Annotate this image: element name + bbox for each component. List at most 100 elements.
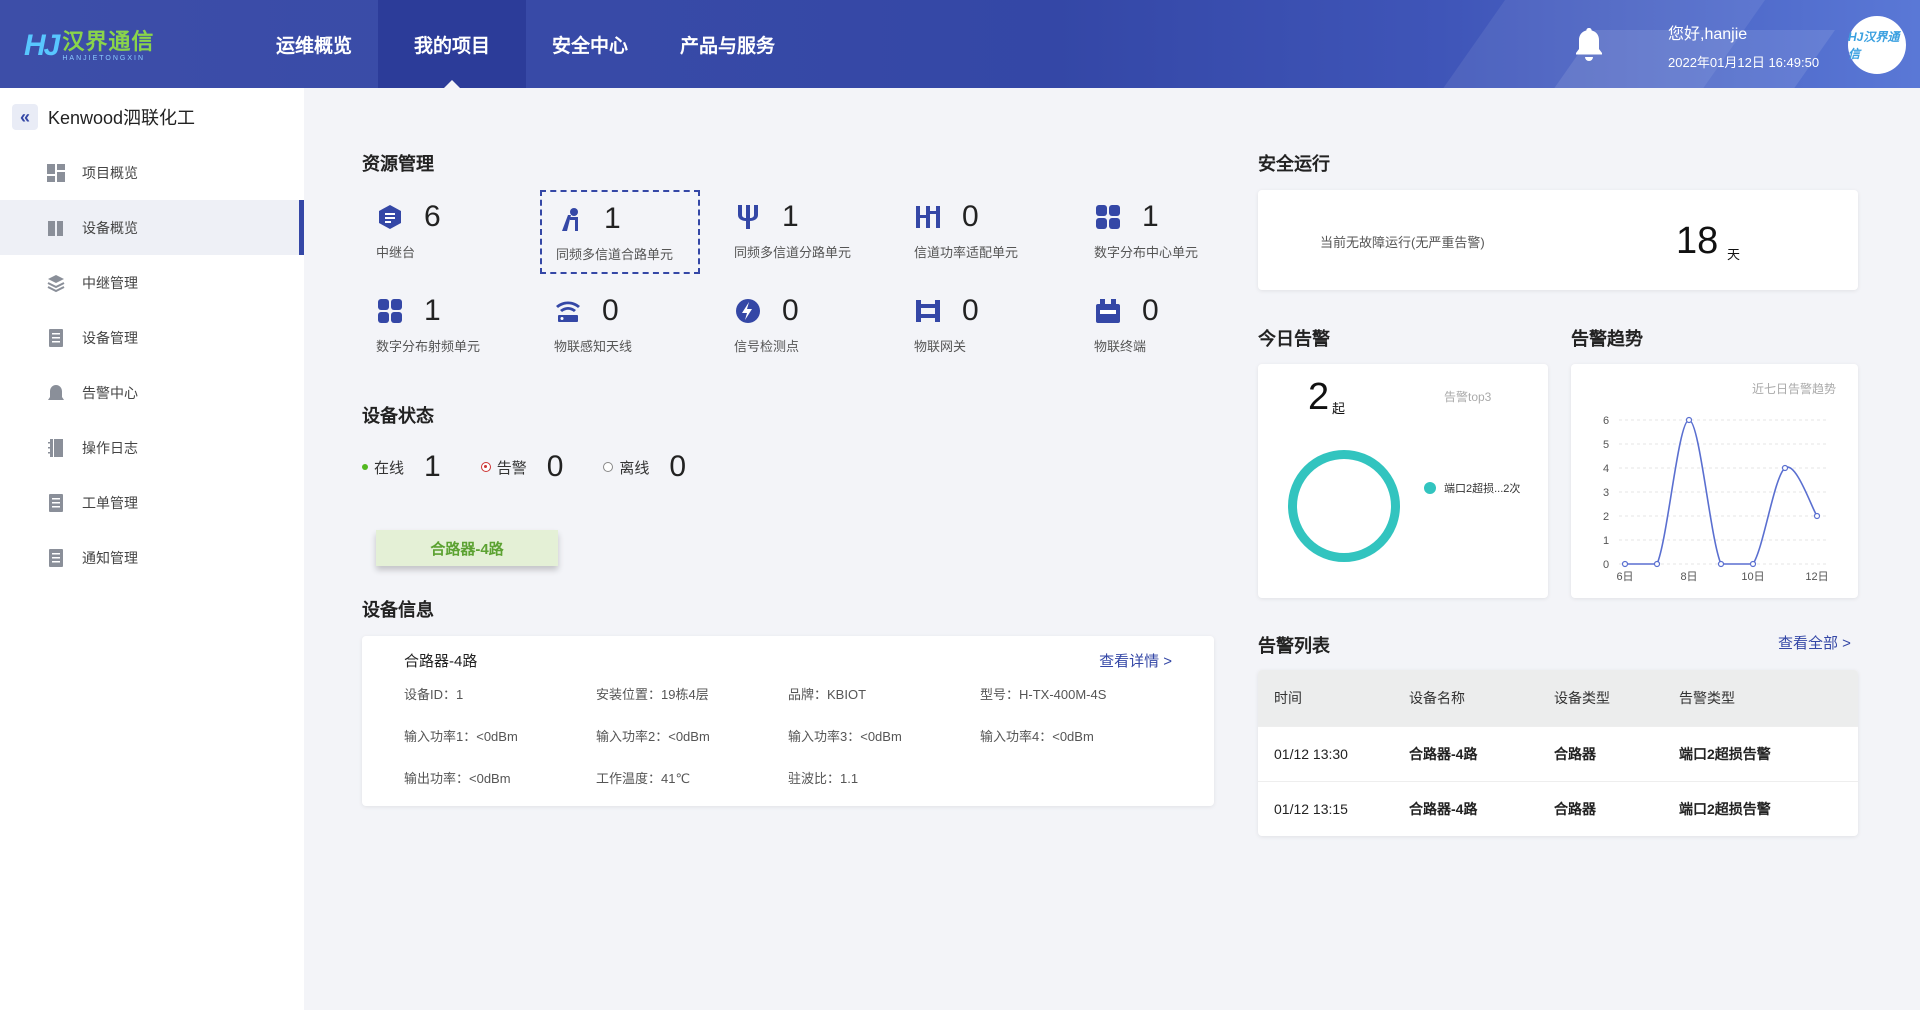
- view-all-link[interactable]: 查看全部 >: [1778, 632, 1851, 653]
- wifi-icon: [556, 301, 580, 322]
- sidebar-item-operation-log[interactable]: 操作日志: [0, 420, 304, 475]
- today-alarm-unit: 起: [1332, 401, 1346, 416]
- gateway-icon: [916, 300, 940, 322]
- cell-alarm-type: 端口2超损告警: [1679, 725, 1858, 781]
- data-point: [1813, 512, 1821, 520]
- data-point: [1781, 464, 1789, 472]
- sidebar-item-alarm-center[interactable]: 告警中心: [0, 365, 304, 420]
- avatar[interactable]: HJ汉界通信: [1848, 16, 1906, 74]
- alarm-dot-icon: [480, 462, 491, 472]
- resource-combiner-unit[interactable]: 1 同频多信道合路单元: [540, 190, 700, 274]
- document-icon: [49, 548, 63, 567]
- status-label: 告警: [496, 459, 527, 477]
- trend-title: 告警趋势: [1571, 329, 1643, 349]
- resource-power-adapter[interactable]: 0 信道功率适配单元: [900, 190, 1060, 274]
- sidebar-item-label: 设备管理: [82, 329, 138, 346]
- resource-digital-rf-unit[interactable]: 1 数字分布射频单元: [362, 284, 522, 368]
- x-tick-label: 6日: [1616, 571, 1633, 583]
- greeting-text: 您好,hanjie: [1668, 26, 1748, 43]
- x-tick-label: 12日: [1805, 571, 1828, 583]
- resource-iot-terminal[interactable]: 0 物联终端: [1080, 284, 1240, 368]
- table-row[interactable]: 01/12 13:30 合路器-4路 合路器 端口2超损告警: [1258, 725, 1858, 781]
- safety-days: 18: [1676, 220, 1719, 262]
- y-tick-label: 5: [1603, 439, 1609, 451]
- nav-ops-overview[interactable]: 运维概览: [250, 0, 378, 88]
- view-details-link[interactable]: 查看详情 >: [1099, 650, 1172, 671]
- device-tag[interactable]: 合路器-4路: [376, 530, 558, 566]
- alarm-top3-label: 告警top3: [1444, 390, 1492, 404]
- nav-my-projects[interactable]: 我的项目: [378, 0, 527, 88]
- info-device-id: 设备ID：1: [404, 687, 464, 702]
- resource-iot-antenna[interactable]: 0 物联感知天线: [540, 284, 700, 368]
- trend-line-chart: 0 1 2 3 4 5 6 6日 8日 10日 12日: [1603, 415, 1829, 583]
- info-output-power: 输出功率：<0dBm: [404, 771, 511, 786]
- nav-security-center[interactable]: 安全中心: [526, 0, 654, 88]
- notebook-icon: [48, 438, 63, 457]
- project-name: Kenwood泗联化工: [48, 108, 196, 128]
- resource-label: 物联终端: [1094, 339, 1147, 354]
- nav-products-services[interactable]: 产品与服务: [654, 0, 801, 88]
- logo-text: 汉界通信: [62, 28, 155, 54]
- cell-device-type: 合路器: [1554, 725, 1679, 781]
- resource-signal-detector[interactable]: 0 信号检测点: [720, 284, 880, 368]
- x-tick-label: 8日: [1680, 571, 1697, 583]
- resource-count: 1: [782, 200, 799, 233]
- info-input-power-4: 输入功率4：<0dBm: [980, 729, 1094, 744]
- resource-count: 0: [962, 200, 979, 233]
- resource-relay-station[interactable]: 6 中继台: [362, 190, 522, 274]
- device-status-row: 在线 1 告警 0 离线 0: [362, 450, 726, 484]
- sidebar-item-work-orders[interactable]: 工单管理: [0, 475, 304, 530]
- logo[interactable]: HJ 汉界通信 HANJIETONGXIN: [24, 26, 154, 66]
- column-header[interactable]: 时间: [1258, 670, 1409, 726]
- sidebar-item-device-overview[interactable]: 设备概览: [0, 200, 304, 255]
- cell-device-type: 合路器: [1554, 780, 1679, 836]
- offline-dot-icon: [603, 462, 614, 472]
- terminal-icon: [1096, 299, 1120, 323]
- table-row[interactable]: 01/12 13:15 合路器-4路 合路器 端口2超损告警: [1258, 780, 1858, 836]
- safety-card: 当前无故障运行(无严重告警) 18 天: [1258, 190, 1858, 290]
- splitter-icon: [738, 205, 758, 229]
- column-header[interactable]: 设备名称: [1409, 670, 1554, 726]
- collapse-icon[interactable]: «: [12, 104, 38, 130]
- y-tick-label: 2: [1603, 511, 1609, 523]
- resource-label: 数字分布中心单元: [1094, 245, 1199, 260]
- resource-splitter-unit[interactable]: 1 同频多信道分路单元: [720, 190, 880, 274]
- resource-digital-center-unit[interactable]: 1 数字分布中心单元: [1080, 190, 1240, 274]
- resource-count: 1: [424, 294, 441, 327]
- resource-count: 1: [1142, 200, 1159, 233]
- sidebar-item-label: 工单管理: [82, 494, 138, 511]
- resource-label: 同频多信道分路单元: [734, 245, 852, 260]
- resource-label: 物联网关: [914, 339, 967, 354]
- status-alarm[interactable]: 告警 0: [480, 450, 563, 484]
- sidebar-item-relay-management[interactable]: 中继管理: [0, 255, 304, 310]
- resource-iot-gateway[interactable]: 0 物联网关: [900, 284, 1060, 368]
- info-brand: 品牌：KBIOT: [788, 687, 867, 702]
- grid-icon: [378, 299, 402, 323]
- resource-label: 中继台: [376, 245, 416, 260]
- sidebar-item-label: 项目概览: [82, 164, 138, 181]
- bolt-icon: [736, 299, 760, 323]
- datetime-text: 2022年01月12日 16:49:50: [1668, 55, 1820, 70]
- column-header[interactable]: 设备类型: [1554, 670, 1679, 726]
- grid-icon: [1096, 205, 1120, 229]
- status-value: 0: [669, 450, 687, 483]
- main-nav: 运维概览 我的项目 安全中心 产品与服务: [250, 0, 801, 88]
- alarm-list-title: 告警列表: [1258, 636, 1330, 656]
- layers-icon: [47, 274, 65, 292]
- notification-bell-icon[interactable]: [1574, 26, 1604, 62]
- status-online[interactable]: 在线 1: [362, 450, 441, 484]
- sidebar-item-device-management[interactable]: 设备管理: [0, 310, 304, 365]
- resource-count: 0: [962, 294, 979, 327]
- status-offline[interactable]: 离线 0: [603, 450, 686, 484]
- alarm-legend-item[interactable]: 端口2超损...2次: [1424, 480, 1520, 496]
- device-info-title: 设备信息: [362, 600, 434, 620]
- sidebar-item-project-overview[interactable]: 项目概览: [0, 145, 304, 200]
- sidebar-item-notifications[interactable]: 通知管理: [0, 530, 304, 585]
- book-icon: [48, 220, 63, 236]
- legend-dot-icon: [1424, 482, 1436, 494]
- device-status-title: 设备状态: [362, 406, 434, 426]
- info-input-power-1: 输入功率1：<0dBm: [404, 729, 518, 744]
- cell-device-name: 合路器-4路: [1409, 780, 1554, 836]
- device-info-card: 合路器-4路 查看详情 > 设备ID：1 安装位置：19栋4层 品牌：KBIOT…: [362, 636, 1214, 806]
- column-header[interactable]: 告警类型: [1679, 670, 1858, 726]
